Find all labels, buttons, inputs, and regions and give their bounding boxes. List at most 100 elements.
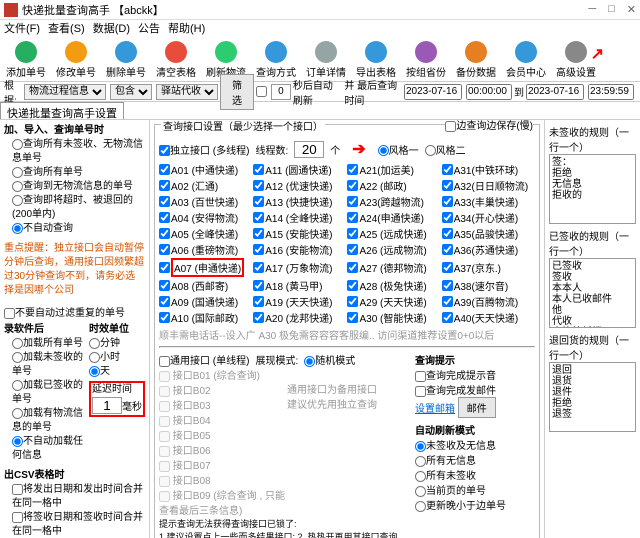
common-api[interactable] [159, 356, 170, 367]
thread-input[interactable] [294, 141, 324, 158]
toolbar-0[interactable]: 添加单号 [4, 40, 48, 79]
api-chk[interactable] [253, 212, 264, 223]
mode-random[interactable] [304, 356, 315, 367]
style1[interactable] [378, 145, 389, 156]
ar1[interactable] [415, 441, 426, 452]
ar5[interactable] [415, 501, 426, 512]
auto-refresh-sec[interactable] [271, 84, 291, 100]
api-chk[interactable] [253, 262, 264, 273]
menu-data[interactable]: 数据(D) [93, 20, 130, 38]
toolbar-9[interactable]: 备份数据 [454, 40, 498, 79]
api-chk[interactable] [442, 228, 453, 239]
delay-input[interactable] [92, 397, 122, 414]
opt-timeout[interactable] [12, 195, 23, 206]
toolbar-3[interactable]: 清空表格 [154, 40, 198, 79]
api-chk[interactable] [442, 212, 453, 223]
api-chk[interactable] [347, 180, 358, 191]
date-from[interactable] [404, 84, 462, 100]
tab-settings[interactable]: 快递批量查询高手设置 [0, 102, 124, 119]
toolbar-10[interactable]: 会员中心 [504, 40, 548, 79]
api-chk[interactable] [253, 228, 264, 239]
menu-help[interactable]: 帮助(H) [168, 20, 205, 38]
maximize-icon[interactable]: □ [608, 3, 615, 16]
hint-sound[interactable] [415, 371, 426, 382]
r-box4[interactable]: 退回 退货 退件 拒绝 退签 [549, 362, 636, 432]
api-chk[interactable] [442, 312, 453, 323]
api-chk[interactable] [347, 196, 358, 207]
r-box1[interactable]: 签： 拒绝 无信息 拒收的 [549, 154, 636, 224]
load-none[interactable] [12, 436, 23, 447]
no-dedup[interactable] [4, 308, 15, 319]
api-chk[interactable] [347, 262, 358, 273]
api-chk[interactable] [159, 296, 170, 307]
menu-notice[interactable]: 公告 [138, 20, 160, 38]
api-chk[interactable] [253, 164, 264, 175]
toolbar-6[interactable]: 订单详情 [304, 40, 348, 79]
api-chk[interactable] [159, 312, 170, 323]
api-chk[interactable] [347, 228, 358, 239]
set-mail[interactable]: 设置邮箱 [415, 404, 455, 415]
ar3[interactable] [415, 471, 426, 482]
ar2[interactable] [415, 456, 426, 467]
api-chk[interactable] [442, 244, 453, 255]
api-chk[interactable] [159, 180, 170, 191]
api-chk[interactable] [347, 312, 358, 323]
unit-min[interactable] [89, 338, 100, 349]
minimize-icon[interactable]: ─ [588, 3, 596, 16]
api-chk[interactable] [253, 180, 264, 191]
toolbar-8[interactable]: 按组省份 [404, 40, 448, 79]
menu-view[interactable]: 查看(S) [48, 20, 85, 38]
api-chk[interactable] [159, 244, 170, 255]
api-chk[interactable] [442, 196, 453, 207]
filter-op[interactable]: 包含 [110, 84, 152, 100]
toolbar-7[interactable]: 导出表格 [354, 40, 398, 79]
api-chk[interactable] [442, 164, 453, 175]
hint-mail[interactable] [415, 386, 426, 397]
csv-merge-recv[interactable] [12, 512, 23, 523]
filter-button[interactable]: 筛选 [220, 74, 254, 110]
api-chk[interactable] [159, 212, 170, 223]
time-from[interactable] [466, 84, 512, 100]
opt-unrecv[interactable] [12, 139, 23, 150]
close-icon[interactable]: ✕ [627, 3, 636, 16]
toolbar-5[interactable]: 查询方式 [254, 40, 298, 79]
toolbar-2[interactable]: 删除单号 [104, 40, 148, 79]
load-unrecv[interactable] [12, 352, 23, 363]
api-chk[interactable] [347, 280, 358, 291]
api-chk[interactable] [253, 244, 264, 255]
api-chk[interactable] [442, 262, 453, 273]
unit-hour[interactable] [89, 352, 100, 363]
api-chk[interactable] [253, 296, 264, 307]
api-chk[interactable] [253, 280, 264, 291]
r-box3[interactable]: 已签收 签收 本本人 本人已收邮件 他 代收 人签的纤把 服务 店 [549, 258, 636, 328]
filter-val[interactable]: 驿站代收 [156, 84, 218, 100]
api-chk[interactable] [159, 228, 170, 239]
api-chk[interactable] [253, 312, 264, 323]
api-chk[interactable] [347, 212, 358, 223]
api-chk[interactable] [159, 196, 170, 207]
load-recv[interactable] [12, 380, 23, 391]
api-chk[interactable] [347, 244, 358, 255]
opt-noinfo[interactable] [12, 181, 23, 192]
date-to[interactable] [526, 84, 584, 100]
save-while-query[interactable] [445, 121, 456, 132]
unit-day[interactable] [89, 366, 100, 377]
api-chk[interactable] [347, 164, 358, 175]
api-chk[interactable] [442, 280, 453, 291]
time-to[interactable] [588, 84, 634, 100]
api-chk[interactable] [159, 280, 170, 291]
mail-btn[interactable]: 邮件 [458, 397, 496, 418]
indep-api[interactable] [159, 145, 170, 156]
style2[interactable] [425, 145, 436, 156]
load-all[interactable] [12, 338, 23, 349]
api-chk[interactable] [159, 262, 170, 273]
auto-refresh-check[interactable] [256, 86, 267, 97]
api-chk[interactable] [159, 164, 170, 175]
api-chk[interactable] [442, 180, 453, 191]
csv-merge-send[interactable] [12, 484, 23, 495]
opt-all[interactable] [12, 167, 23, 178]
filter-field[interactable]: 物流过程信息 [24, 84, 106, 100]
api-chk[interactable] [347, 296, 358, 307]
opt-none[interactable] [12, 223, 23, 234]
api-chk[interactable] [253, 196, 264, 207]
